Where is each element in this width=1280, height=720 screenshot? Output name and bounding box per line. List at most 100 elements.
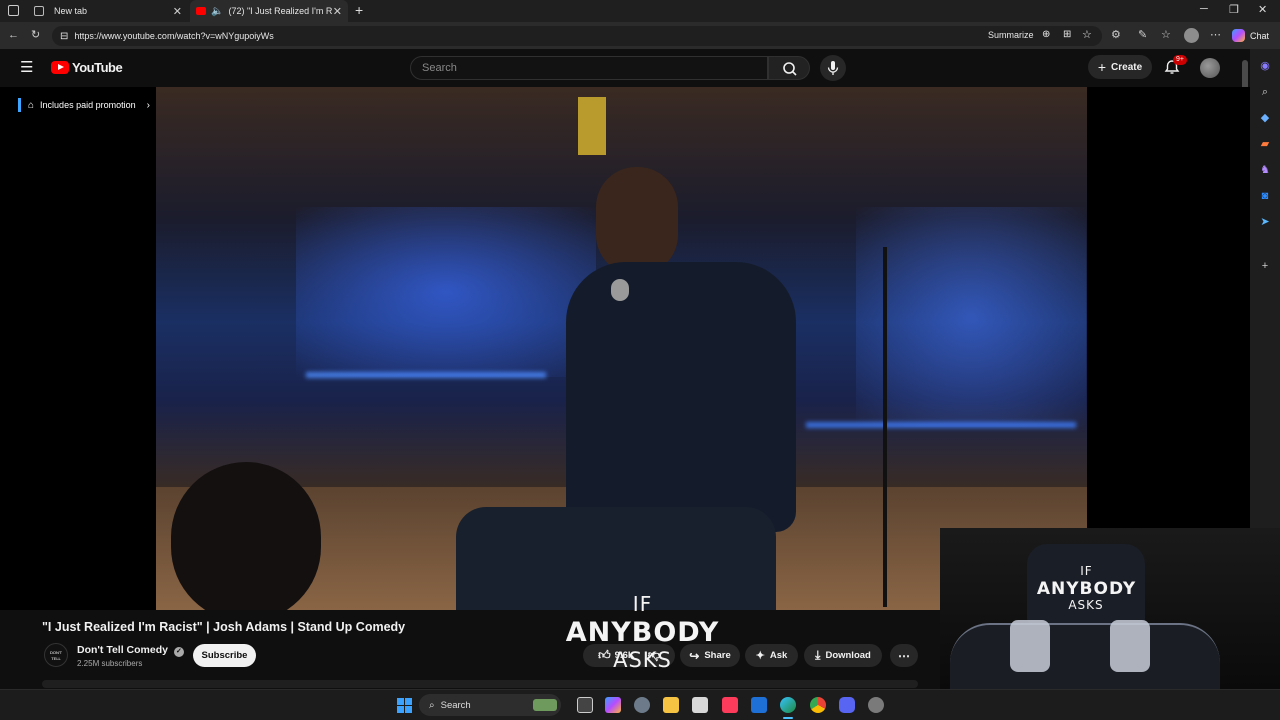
copilot-app-icon[interactable] [605, 697, 621, 713]
subscribe-button[interactable]: Subscribe [193, 644, 256, 667]
overlay-caption-line-1: IF [1080, 564, 1093, 578]
youtube-header: ☰ YouTube Search + Create 9+ [0, 49, 1250, 87]
video-details: "I Just Realized I'm Racist" | Josh Adam… [0, 610, 940, 690]
account-avatar[interactable] [1200, 58, 1220, 78]
shopping-tag-icon[interactable]: ◆ [1258, 111, 1272, 125]
windows-start-icon[interactable] [397, 698, 412, 713]
outlook-icon[interactable]: ◙ [1258, 189, 1272, 203]
send-icon[interactable]: ➤ [1258, 215, 1272, 229]
paid-promotion-badge[interactable]: ⌂ Includes paid promotion › [18, 97, 150, 113]
notification-badge: 9+ [1173, 55, 1187, 65]
content-divider [42, 680, 918, 688]
add-sidebar-app-icon[interactable]: + [1258, 259, 1272, 273]
microphone-icon [827, 61, 839, 75]
tab-new-tab[interactable]: New tab ✕ [28, 0, 188, 22]
create-button[interactable]: + Create [1088, 55, 1152, 79]
share-label: Share [704, 650, 731, 661]
extensions-icon[interactable]: ⚙ [1111, 28, 1121, 42]
search-input[interactable]: Search [410, 56, 768, 80]
close-window-icon[interactable]: ✕ [1258, 3, 1267, 16]
microphone [611, 279, 629, 301]
copilot-chat-button[interactable]: Chat [1232, 27, 1269, 44]
overlay-video-panel: IF ANYBODY ASKS [940, 528, 1280, 690]
back-arrow-icon[interactable]: ← [8, 28, 19, 42]
info-icon: ⌂ [28, 99, 35, 111]
games-icon[interactable]: ♞ [1258, 163, 1272, 177]
youtube-logo[interactable]: YouTube [51, 60, 123, 75]
menu-hamburger-icon[interactable]: ☰ [20, 60, 33, 75]
tab-title: (72) "I Just Realized I'm Racis [228, 6, 333, 16]
search-highlight-icon [533, 699, 557, 711]
youtube-play-icon [51, 61, 69, 74]
close-tab-icon[interactable]: ✕ [333, 5, 348, 18]
settings-gear-icon[interactable] [634, 697, 650, 713]
ask-button[interactable]: ✦ Ask [745, 644, 798, 667]
search-button[interactable] [768, 56, 810, 80]
reader-icon[interactable]: ⊕ [1042, 29, 1050, 40]
voice-search-button[interactable] [820, 55, 846, 81]
caption-line-3: ASKS [613, 648, 672, 672]
url-text: https://www.youtube.com/watch?v=wNYgupoi… [74, 31, 274, 41]
music-app-icon[interactable] [722, 697, 738, 713]
favorites-icon[interactable]: ☆ [1161, 28, 1171, 42]
subscriber-count: 2.25M subscribers [77, 659, 143, 668]
browser-tab-strip: New tab ✕ 🔈 (72) "I Just Realized I'm Ra… [0, 0, 1280, 22]
address-bar[interactable]: ⊟ https://www.youtube.com/watch?v=wNYgup… [52, 26, 1102, 46]
more-horizontal-icon: ⋯ [898, 648, 910, 663]
task-view-icon[interactable] [577, 697, 593, 713]
restore-icon[interactable]: ❐ [1229, 3, 1239, 16]
copilot-sidebar-icon[interactable]: ◉ [1258, 59, 1272, 73]
sparkle-icon: ✦ [755, 650, 765, 662]
tab-actions-icon[interactable] [8, 5, 19, 16]
summarize-button[interactable]: Summarize [988, 30, 1034, 40]
comedian-body [566, 262, 796, 532]
more-options-icon[interactable]: ⋯ [1210, 28, 1221, 42]
new-tab-favicon-icon [34, 6, 44, 16]
favorite-star-icon[interactable]: ☆ [1082, 28, 1092, 41]
overlay-caption-line-2: ANYBODY [1036, 579, 1137, 599]
close-tab-icon[interactable]: ✕ [173, 5, 188, 18]
active-app-indicator [783, 717, 793, 719]
mic-stand [883, 247, 887, 607]
share-arrow-icon: ↪ [689, 648, 700, 663]
more-actions-button[interactable]: ⋯ [890, 644, 918, 667]
file-explorer-icon[interactable] [663, 697, 679, 713]
create-label: Create [1111, 61, 1143, 73]
blue-wall-glow [296, 207, 596, 377]
comedian-head [596, 167, 678, 275]
download-label: Download [825, 650, 871, 661]
outlook-app-icon[interactable] [751, 697, 767, 713]
edge-browser-icon[interactable] [780, 697, 796, 713]
tools-icon[interactable]: ▰ [1258, 137, 1272, 151]
channel-avatar[interactable]: DON'T TELL [44, 643, 68, 667]
site-info-icon[interactable]: ⊟ [60, 31, 68, 42]
notifications-button[interactable]: 9+ [1163, 55, 1187, 78]
tab-youtube-video[interactable]: 🔈 (72) "I Just Realized I'm Racis ✕ [190, 0, 348, 22]
tab-title: New tab [54, 6, 88, 16]
channel-name[interactable]: Don't Tell Comedy ✓ [77, 644, 184, 657]
minimize-icon[interactable]: ─ [1200, 3, 1208, 15]
chevron-right-icon: › [146, 99, 150, 111]
taskbar-search-label: Search [440, 699, 471, 711]
speaker-icon[interactable]: 🔈 [211, 6, 223, 17]
extension-icon[interactable]: ✎ [1138, 28, 1147, 42]
accent-bar [18, 98, 21, 112]
download-button[interactable]: ⤓ Download [804, 644, 882, 667]
search-icon [783, 62, 797, 76]
chrome-icon[interactable] [810, 697, 826, 713]
caption-line-2: ANYBODY [565, 617, 720, 648]
youtube-favicon-icon [196, 7, 206, 15]
profile-avatar[interactable] [1184, 28, 1199, 43]
store-icon[interactable] [692, 697, 708, 713]
discord-icon[interactable] [839, 697, 855, 713]
app-available-icon[interactable]: ⊞ [1063, 29, 1071, 40]
taskbar-search[interactable]: ⌕ Search [419, 694, 561, 716]
search-icon[interactable]: ⌕ [1258, 85, 1272, 99]
overlay-right-pad [1110, 620, 1150, 672]
capture-app-icon[interactable] [868, 697, 884, 713]
overlay-caption-line-3: ASKS [1068, 598, 1104, 612]
new-tab-plus-icon[interactable]: + [355, 2, 363, 18]
copilot-icon [1232, 29, 1245, 42]
refresh-icon[interactable]: ↻ [31, 28, 40, 42]
channel-name-text: Don't Tell Comedy [77, 644, 168, 656]
